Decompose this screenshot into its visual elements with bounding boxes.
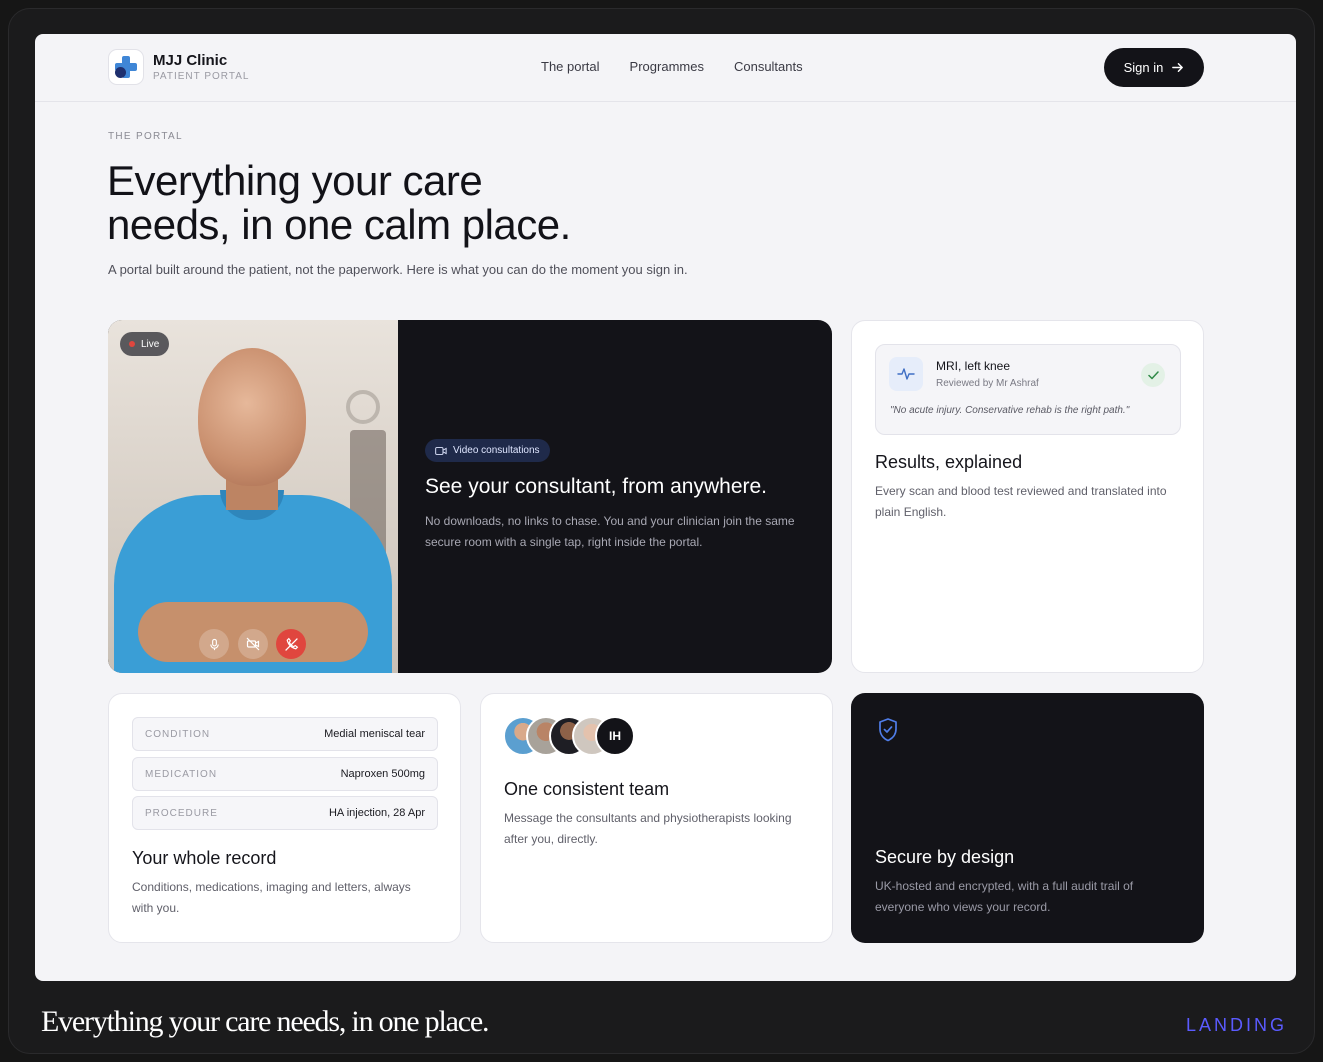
sign-in-button[interactable]: Sign in <box>1104 48 1204 87</box>
mute-button[interactable] <box>199 629 229 659</box>
footer-caption: Everything your care needs, in one place… <box>41 1005 489 1038</box>
page-title-line-1: Everything your care <box>107 157 483 204</box>
section-eyebrow: THE PORTAL <box>108 131 183 142</box>
record-key: PROCEDURE <box>145 807 218 819</box>
record-value: Medial meniscal tear <box>324 728 425 740</box>
microphone-icon <box>209 638 219 650</box>
wall-clock-decoration <box>346 390 380 424</box>
phone-off-icon <box>284 637 298 651</box>
secure-card-title: Secure by design <box>875 847 1015 867</box>
team-card[interactable]: IH One consistent team Message the consu… <box>480 693 833 943</box>
live-label: Live <box>141 338 160 350</box>
video-consultation-card[interactable]: Live Video consultations See your consul… <box>108 320 832 673</box>
live-dot-icon <box>129 341 135 347</box>
shield-check-icon <box>879 718 897 742</box>
page-title-line-2: needs, in one calm place. <box>107 201 571 248</box>
secure-card[interactable]: Secure by design UK-hosted and encrypted… <box>851 693 1204 943</box>
secure-card-description: UK-hosted and encrypted, with a full aud… <box>875 879 1134 914</box>
app-screen: MJJ Clinic PATIENT PORTAL The portal Pro… <box>35 34 1296 981</box>
main-nav: The portal Programmes Consultants <box>541 59 803 74</box>
arrow-right-icon <box>1172 63 1184 72</box>
video-consultations-label: Video consultations <box>453 445 540 456</box>
results-card-description: Every scan and blood test reviewed and t… <box>875 484 1167 519</box>
record-value: HA injection, 28 Apr <box>328 807 425 819</box>
mri-result-preview[interactable]: MRI, left knee Reviewed by Mr Ashraf "No… <box>875 344 1181 435</box>
page-title: Everything your care needs, in one calm … <box>107 159 707 247</box>
nav-link-programmes[interactable]: Programmes <box>630 59 704 74</box>
video-card-title: See your consultant, from anywhere. <box>425 475 768 498</box>
sign-in-label: Sign in <box>1123 60 1164 75</box>
camera-off-icon <box>246 637 260 651</box>
nav-link-portal[interactable]: The portal <box>541 59 600 74</box>
consultant-video-feed: Live <box>108 320 398 673</box>
pulse-icon <box>889 357 923 391</box>
live-badge: Live <box>120 332 170 356</box>
brand-name[interactable]: MJJ Clinic <box>153 52 227 69</box>
avatar-initials: IH <box>595 716 635 756</box>
video-camera-icon <box>435 446 447 455</box>
mri-quote: "No acute injury. Conservative rehab is … <box>890 405 1130 416</box>
consultant-head <box>198 348 306 486</box>
mri-reviewer: Reviewed by Mr Ashraf <box>936 378 1039 389</box>
page-type-tag: LANDING <box>1186 1015 1288 1035</box>
record-key: MEDICATION <box>145 768 218 780</box>
team-card-description: Message the consultants and physiotherap… <box>504 811 792 846</box>
nav-link-consultants[interactable]: Consultants <box>734 59 803 74</box>
record-value: Naproxen 500mg <box>340 768 425 780</box>
brand-subtitle: PATIENT PORTAL <box>153 71 250 82</box>
camera-toggle-button[interactable] <box>238 629 268 659</box>
top-nav-bar: MJJ Clinic PATIENT PORTAL The portal Pro… <box>35 34 1296 102</box>
results-card-title: Results, explained <box>875 452 1023 472</box>
record-card-title: Your whole record <box>132 848 277 868</box>
results-card[interactable]: MRI, left knee Reviewed by Mr Ashraf "No… <box>851 320 1204 673</box>
end-call-button[interactable] <box>276 629 306 659</box>
record-key: CONDITION <box>145 728 211 740</box>
mri-title: MRI, left knee <box>936 359 1011 373</box>
check-icon <box>1141 363 1165 387</box>
record-card-description: Conditions, medications, imaging and let… <box>132 880 411 915</box>
record-row-procedure: PROCEDURE HA injection, 28 Apr <box>132 796 438 830</box>
page-subtitle: A portal built around the patient, not t… <box>108 262 688 277</box>
record-row-condition: CONDITION Medial meniscal tear <box>132 717 438 751</box>
team-card-title: One consistent team <box>504 779 670 799</box>
video-consultations-badge: Video consultations <box>425 439 550 462</box>
record-card[interactable]: CONDITION Medial meniscal tear MEDICATIO… <box>108 693 461 943</box>
clinic-logo-icon[interactable] <box>108 49 144 85</box>
record-row-medication: MEDICATION Naproxen 500mg <box>132 757 438 791</box>
video-card-description: No downloads, no links to chase. You and… <box>425 514 795 549</box>
